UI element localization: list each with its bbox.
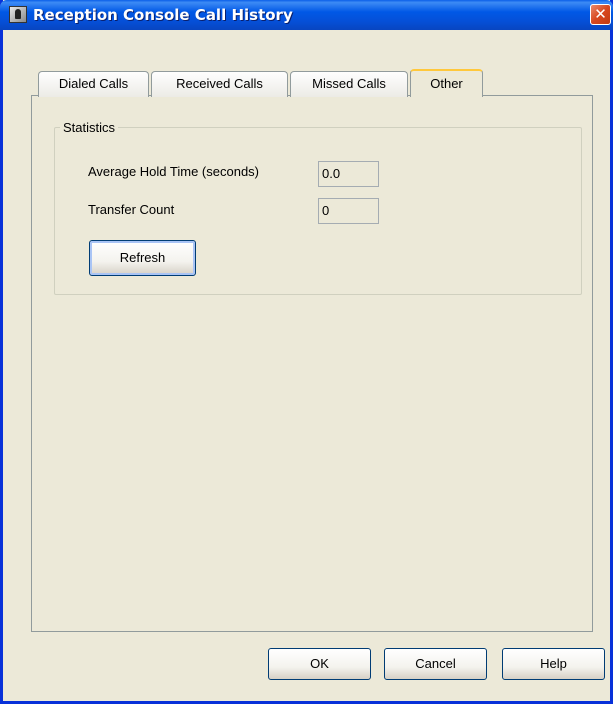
ok-button[interactable]: OK: [268, 648, 371, 680]
help-button[interactable]: Help: [502, 648, 605, 680]
tab-other[interactable]: Other: [410, 69, 483, 97]
transfer-count-label: Transfer Count: [88, 202, 175, 217]
transfer-count-field: 0: [318, 198, 379, 224]
average-hold-time-label: Average Hold Time (seconds): [88, 164, 260, 179]
statistics-group-label: Statistics: [60, 120, 119, 135]
cancel-button[interactable]: Cancel: [384, 648, 487, 680]
average-hold-time-field: 0.0: [318, 161, 379, 187]
tab-missed-calls[interactable]: Missed Calls: [290, 71, 408, 97]
title-bar[interactable]: Reception Console Call History ✕: [0, 0, 613, 30]
tab-dialed-calls[interactable]: Dialed Calls: [38, 71, 149, 97]
tab-received-calls[interactable]: Received Calls: [151, 71, 288, 97]
app-icon: [9, 6, 27, 23]
close-button[interactable]: ✕: [590, 4, 611, 25]
refresh-button[interactable]: Refresh: [89, 240, 196, 276]
window-title: Reception Console Call History: [33, 6, 293, 24]
